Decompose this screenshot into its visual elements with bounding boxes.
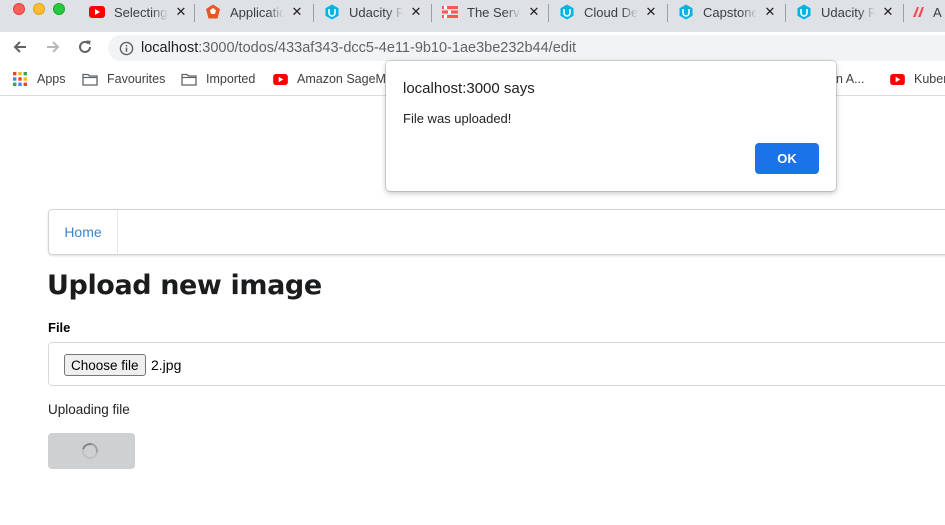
youtube-icon: [273, 71, 288, 87]
browser-tab[interactable]: A: [905, 0, 945, 24]
address-bar[interactable]: localhost:3000/todos/433af343-dcc5-4e11-…: [108, 35, 945, 61]
folder-icon: [82, 71, 98, 87]
window-minimize-button[interactable]: [33, 3, 45, 15]
close-tab-icon[interactable]: ✕: [410, 4, 422, 20]
choose-file-button[interactable]: Choose file: [64, 354, 146, 376]
url-text: localhost:3000/todos/433af343-dcc5-4e11-…: [141, 40, 576, 56]
auth0-icon: [205, 4, 221, 20]
close-tab-icon[interactable]: ✕: [764, 4, 776, 20]
bookmark-label: Amazon SageMa: [297, 72, 391, 86]
loading-spinner-icon: [79, 440, 101, 462]
selected-file-name: 2.jpg: [151, 357, 182, 373]
tab-title: The Serve: [467, 4, 521, 20]
file-input[interactable]: Choose file 2.jpg: [48, 342, 945, 386]
tab-separator: [313, 4, 314, 22]
bookmark-partial[interactable]: n A...: [836, 70, 865, 88]
back-arrow-icon[interactable]: [9, 36, 31, 58]
alert-dialog: localhost:3000 says File was uploaded! O…: [386, 61, 836, 191]
file-field-label: File: [48, 320, 71, 335]
url-path: :3000/todos/433af343-dcc5-4e11-9b10-1ae3…: [198, 40, 577, 56]
serverless-icon: [442, 4, 458, 20]
bookmark-favourites[interactable]: Favourites: [82, 70, 165, 88]
browser-tab[interactable]: Cloud De ✕: [550, 0, 668, 24]
forward-arrow-icon[interactable]: [42, 36, 64, 58]
browser-tab[interactable]: Applicatio ✕: [196, 0, 314, 24]
close-tab-icon[interactable]: ✕: [175, 4, 187, 20]
bookmark-apps[interactable]: Apps: [12, 70, 66, 88]
udacity-icon: [559, 4, 575, 20]
folder-icon: [181, 71, 197, 87]
apps-grid-icon: [12, 71, 28, 87]
site-info-icon[interactable]: [118, 40, 134, 56]
dialog-ok-button[interactable]: OK: [755, 143, 819, 174]
bookmark-label: Kuber: [914, 72, 945, 86]
bookmark-label: Imported: [206, 72, 256, 86]
tab-separator: [548, 4, 549, 22]
bookmark-kubernetes[interactable]: Kuber: [889, 70, 945, 88]
close-tab-icon[interactable]: ✕: [291, 4, 303, 20]
browser-tab[interactable]: Capstone ✕: [669, 0, 786, 24]
tab-title: Cloud De: [584, 4, 638, 20]
menu-item-home[interactable]: Home: [49, 210, 118, 254]
udacity-icon: [796, 4, 812, 20]
tab-title: Capstone: [703, 4, 757, 20]
bookmark-label: n A...: [836, 72, 865, 86]
tab-separator: [785, 4, 786, 22]
tab-title: Udacity R: [821, 4, 875, 20]
tab-separator: [431, 4, 432, 22]
upload-status-text: Uploading file: [48, 402, 130, 417]
browser-tab[interactable]: Udacity R ✕: [315, 0, 432, 24]
top-menu: Home: [48, 209, 945, 255]
tab-title: A: [933, 4, 942, 20]
reload-icon[interactable]: [74, 36, 96, 58]
browser-tab[interactable]: The Serve ✕: [433, 0, 549, 24]
kubernetes-icon: [911, 4, 927, 20]
bookmark-label: Favourites: [107, 72, 166, 86]
youtube-icon: [89, 4, 105, 20]
bookmark-imported[interactable]: Imported: [181, 70, 255, 88]
browser-tab-strip: Selecting ✕ Applicatio ✕ Udacity R ✕ The…: [0, 0, 945, 32]
tab-title: Selecting: [114, 4, 168, 20]
udacity-icon: [324, 4, 340, 20]
bookmark-amazon-sagemaker[interactable]: Amazon SageMa: [273, 70, 391, 88]
dialog-message: File was uploaded!: [403, 111, 512, 126]
window-zoom-button[interactable]: [53, 3, 65, 15]
tab-title: Udacity R: [349, 4, 403, 20]
url-host: localhost: [141, 40, 199, 56]
tab-separator: [903, 4, 904, 22]
browser-toolbar: localhost:3000/todos/433af343-dcc5-4e11-…: [0, 32, 945, 62]
tab-title: Applicatio: [230, 4, 284, 20]
youtube-icon: [889, 71, 905, 87]
bookmark-label: Apps: [37, 72, 66, 86]
tab-separator: [194, 4, 195, 22]
window-close-button[interactable]: [13, 3, 25, 15]
tab-separator: [667, 4, 668, 22]
browser-tab[interactable]: Selecting ✕: [80, 0, 195, 24]
upload-button[interactable]: [48, 433, 135, 469]
dialog-title: localhost:3000 says: [403, 80, 535, 97]
close-tab-icon[interactable]: ✕: [645, 4, 657, 20]
close-tab-icon[interactable]: ✕: [528, 4, 540, 20]
udacity-icon: [678, 4, 694, 20]
close-tab-icon[interactable]: ✕: [882, 4, 894, 20]
page-title: Upload new image: [47, 270, 322, 301]
browser-tab[interactable]: Udacity R ✕: [787, 0, 904, 24]
